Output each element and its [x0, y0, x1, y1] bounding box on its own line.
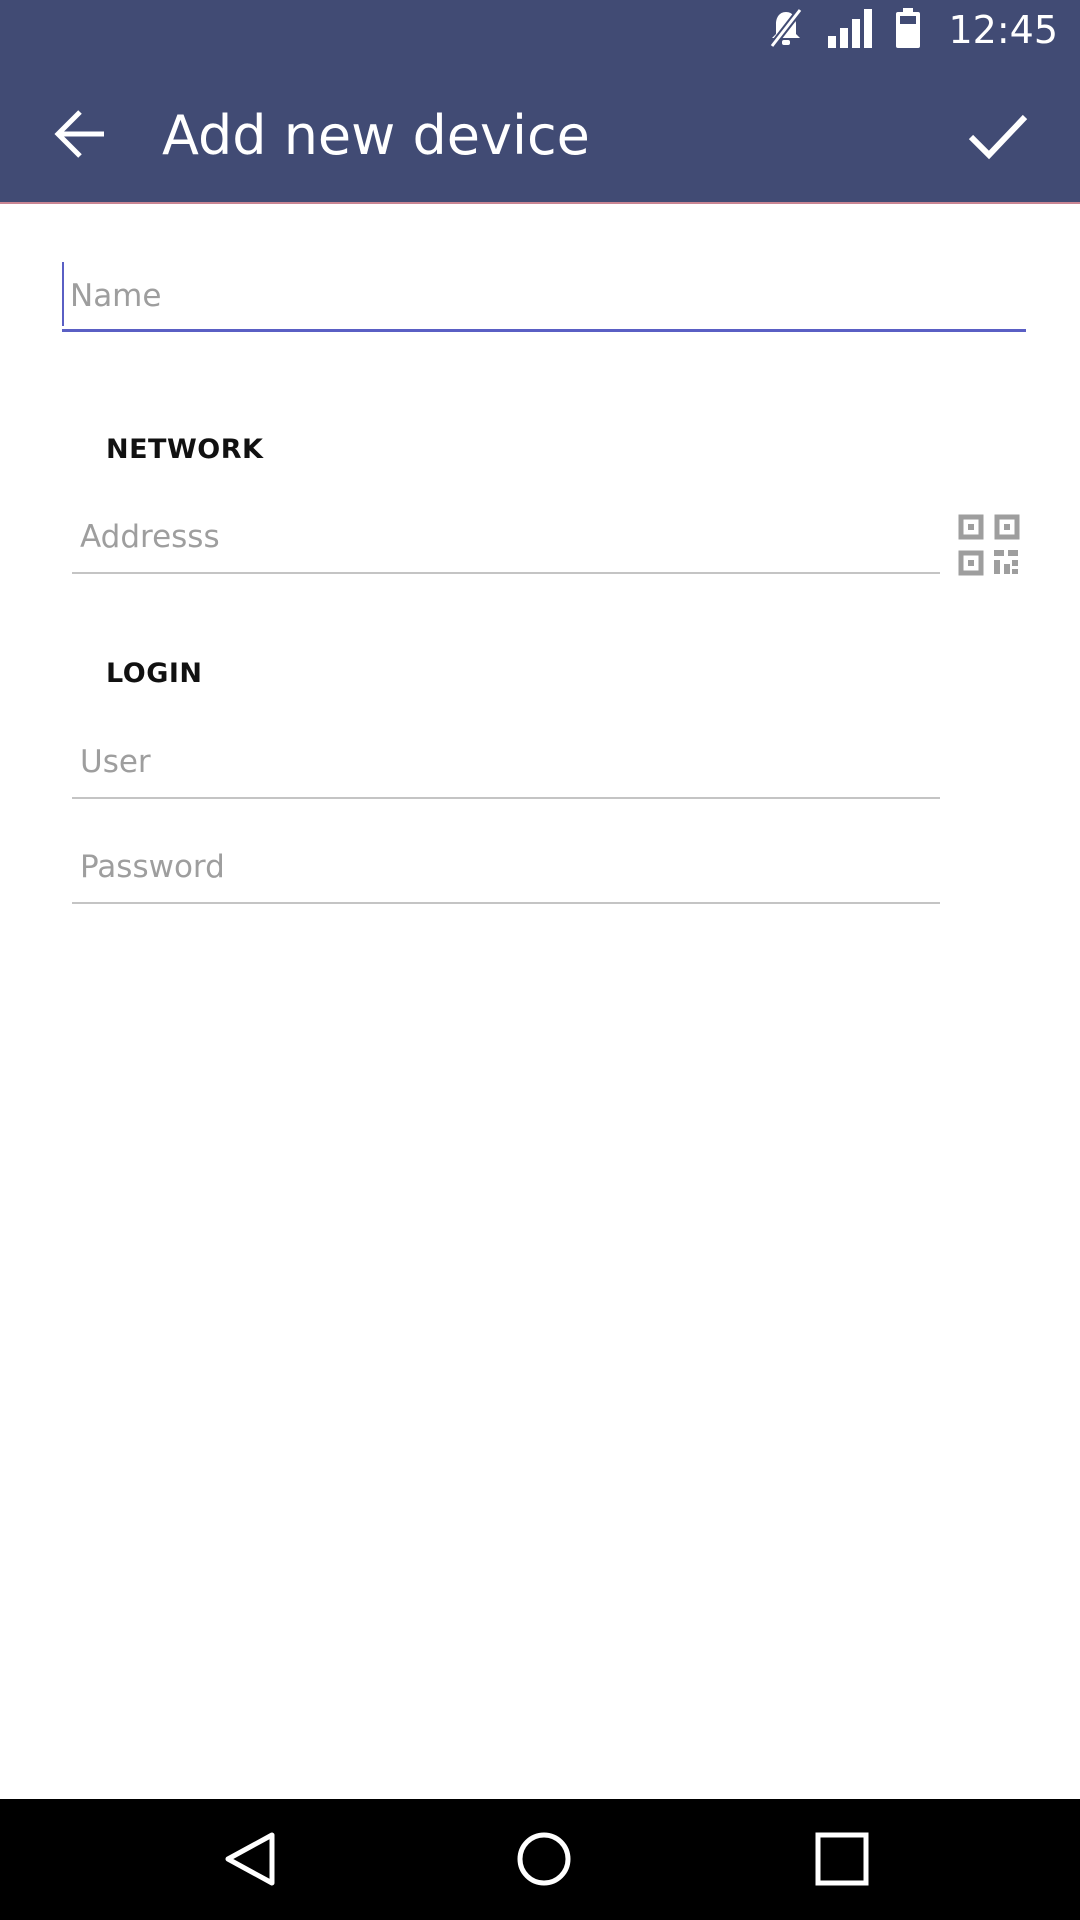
user-input[interactable] [72, 727, 940, 799]
nav-home-button[interactable] [504, 1821, 584, 1901]
back-button[interactable] [40, 96, 120, 176]
password-input[interactable] [72, 832, 940, 904]
network-section-header: NETWORK [106, 434, 264, 465]
status-time: 12:45 [948, 8, 1058, 52]
arrow-back-icon [52, 106, 108, 166]
nav-home-icon [516, 1831, 572, 1891]
qr-code-icon [958, 514, 1020, 580]
battery-icon [894, 6, 922, 54]
name-input[interactable] [62, 262, 1026, 332]
text-cursor [62, 262, 64, 326]
signal-icon [826, 6, 874, 54]
scan-qr-button[interactable] [958, 514, 1020, 576]
save-button[interactable] [956, 96, 1040, 180]
page-title: Add new device [162, 104, 590, 167]
check-icon [967, 111, 1029, 165]
app-bar: Add new device [0, 60, 1080, 204]
address-input[interactable] [72, 502, 940, 574]
nav-back-button[interactable] [210, 1821, 290, 1901]
nav-recents-icon [814, 1831, 870, 1891]
login-section-header: LOGIN [106, 658, 203, 689]
navigation-bar [0, 1799, 1080, 1920]
mute-icon [766, 6, 806, 54]
nav-back-icon [222, 1831, 278, 1891]
status-icons: 12:45 [766, 6, 1058, 54]
nav-recents-button[interactable] [802, 1821, 882, 1901]
status-bar: 12:45 [0, 0, 1080, 60]
